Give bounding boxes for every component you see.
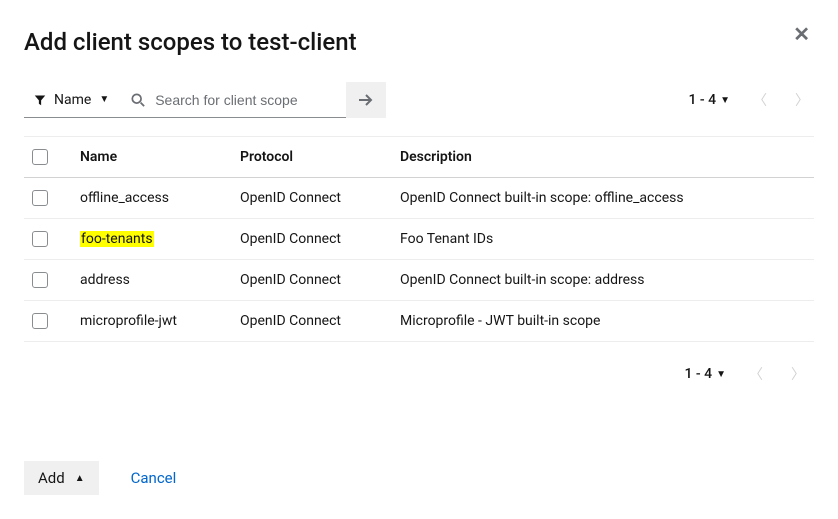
table-row: addressOpenID ConnectOpenID Connect buil…: [24, 260, 814, 301]
column-header-description: Description: [400, 149, 814, 165]
row-checkbox[interactable]: [32, 313, 48, 329]
table-header-row: Name Protocol Description: [24, 136, 814, 178]
pagination-top: 1 - 4 ▼ 〈 〉: [688, 90, 814, 110]
cell-description: Foo Tenant IDs: [400, 231, 814, 247]
chevron-right-icon: 〉: [791, 367, 805, 383]
pagination-prev[interactable]: 〈: [748, 90, 772, 110]
pagination-bottom: 1 - 4 ▼ 〈 〉: [684, 364, 810, 384]
caret-down-icon: ▼: [720, 95, 730, 106]
search-icon: [131, 93, 145, 107]
table-row: offline_accessOpenID ConnectOpenID Conne…: [24, 178, 814, 219]
table-row: microprofile-jwtOpenID ConnectMicroprofi…: [24, 301, 814, 342]
column-header-protocol: Protocol: [240, 149, 400, 165]
cell-name: microprofile-jwt: [80, 313, 240, 329]
search-input[interactable]: [153, 91, 338, 109]
caret-up-icon: ▲: [75, 473, 85, 484]
row-checkbox[interactable]: [32, 272, 48, 288]
client-scope-table: Name Protocol Description offline_access…: [24, 136, 814, 342]
cell-description: Microprofile - JWT built-in scope: [400, 313, 814, 329]
pagination-range-select[interactable]: 1 - 4 ▼: [688, 92, 730, 108]
filter-attribute-label: Name: [54, 92, 91, 108]
dialog-title: Add client scopes to test-client: [24, 28, 357, 56]
select-all-checkbox[interactable]: [32, 149, 48, 165]
add-button[interactable]: Add ▲: [24, 461, 99, 495]
caret-down-icon: ▼: [99, 94, 109, 105]
row-checkbox[interactable]: [32, 190, 48, 206]
pagination-prev[interactable]: 〈: [744, 364, 768, 384]
filter-attribute-select[interactable]: Name ▼: [24, 82, 121, 118]
cell-protocol: OpenID Connect: [240, 272, 400, 288]
search-submit-button[interactable]: [346, 82, 386, 118]
add-button-label: Add: [38, 469, 65, 487]
chevron-right-icon: 〉: [795, 93, 809, 109]
cell-protocol: OpenID Connect: [240, 313, 400, 329]
close-button[interactable]: ✕: [789, 20, 814, 48]
column-header-name: Name: [80, 149, 240, 165]
cell-name: offline_access: [80, 190, 240, 206]
cell-protocol: OpenID Connect: [240, 190, 400, 206]
pagination-range-text: 1 - 4: [688, 92, 716, 108]
pagination-range-text: 1 - 4: [684, 366, 712, 382]
pagination-next[interactable]: 〉: [790, 90, 814, 110]
cell-description: OpenID Connect built-in scope: address: [400, 272, 814, 288]
close-icon: ✕: [793, 22, 810, 46]
table-row: foo-tenantsOpenID ConnectFoo Tenant IDs: [24, 219, 814, 260]
pagination-next[interactable]: 〉: [786, 364, 810, 384]
cell-description: OpenID Connect built-in scope: offline_a…: [400, 190, 814, 206]
row-checkbox[interactable]: [32, 231, 48, 247]
cell-name: address: [80, 272, 240, 288]
filter-icon: [34, 94, 46, 106]
chevron-left-icon: 〈: [749, 367, 763, 383]
cancel-button[interactable]: Cancel: [131, 469, 177, 487]
pagination-range-select[interactable]: 1 - 4 ▼: [684, 366, 726, 382]
search-input-wrapper: [121, 82, 346, 118]
arrow-right-icon: [358, 93, 374, 107]
cell-protocol: OpenID Connect: [240, 231, 400, 247]
chevron-left-icon: 〈: [753, 93, 767, 109]
caret-down-icon: ▼: [716, 369, 726, 380]
cell-name: foo-tenants: [80, 231, 240, 247]
